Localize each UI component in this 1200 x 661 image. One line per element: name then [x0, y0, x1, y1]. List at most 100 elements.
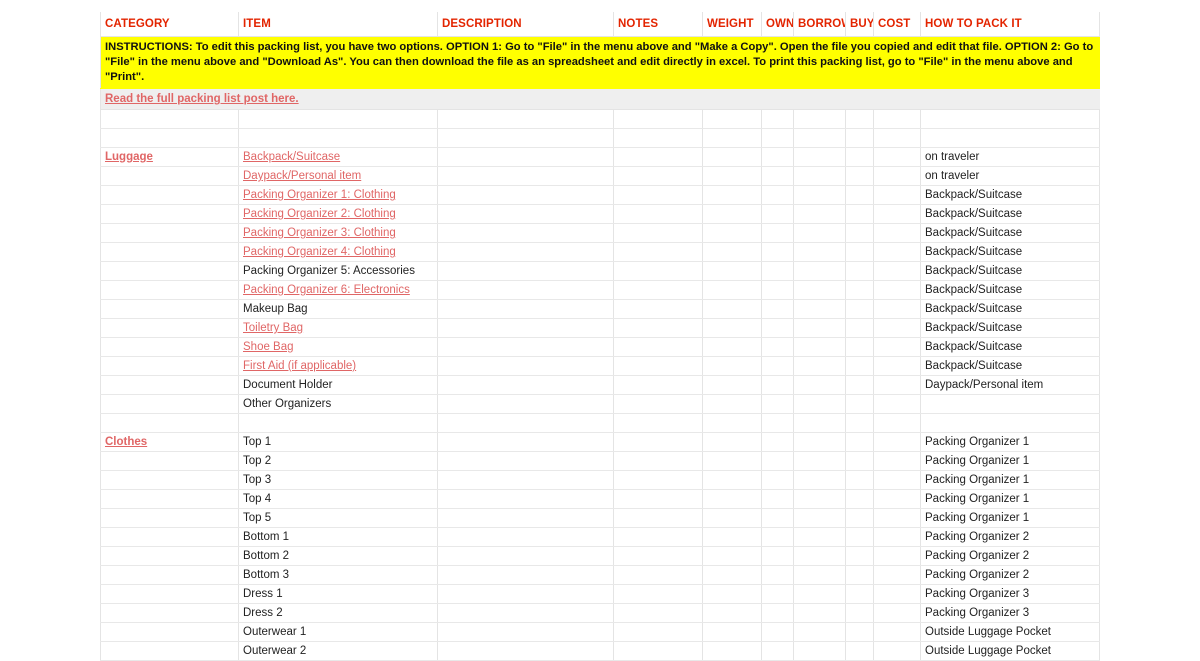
cell-borrow[interactable]: [793, 242, 846, 262]
cell-own[interactable]: [761, 147, 794, 167]
cell-description[interactable]: [437, 451, 614, 471]
cell-category[interactable]: [100, 261, 239, 281]
cell-howto[interactable]: Packing Organizer 1: [920, 489, 1100, 509]
cell-howto[interactable]: Backpack/Suitcase: [920, 223, 1100, 243]
cell-item[interactable]: Packing Organizer 4: Clothing: [238, 242, 438, 262]
cell-buy[interactable]: [845, 280, 874, 300]
cell-buy[interactable]: [845, 299, 874, 319]
cell-category[interactable]: [100, 622, 239, 642]
cell-notes[interactable]: [613, 337, 703, 357]
cell-howto[interactable]: Packing Organizer 2: [920, 527, 1100, 547]
cell-howto[interactable]: Backpack/Suitcase: [920, 242, 1100, 262]
cell-buy[interactable]: [845, 147, 874, 167]
item-link[interactable]: Shoe Bag: [243, 341, 294, 353]
cell-item[interactable]: Bottom 3: [238, 565, 438, 585]
cell-item[interactable]: Bottom 2: [238, 546, 438, 566]
item-link[interactable]: First Aid (if applicable): [243, 360, 356, 372]
cell-description[interactable]: [437, 603, 614, 623]
cell-borrow[interactable]: [793, 432, 846, 452]
cell-notes[interactable]: [613, 166, 703, 186]
cell-weight[interactable]: [702, 337, 762, 357]
cell-own[interactable]: [761, 299, 794, 319]
cell-weight[interactable]: [702, 280, 762, 300]
cell-weight[interactable]: [702, 185, 762, 205]
cell-borrow[interactable]: [793, 508, 846, 528]
empty-cell-weight[interactable]: [702, 413, 762, 433]
cell-borrow[interactable]: [793, 584, 846, 604]
cell-category[interactable]: [100, 185, 239, 205]
cell-cost[interactable]: [873, 603, 921, 623]
empty-cell-buy[interactable]: [845, 128, 874, 148]
cell-description[interactable]: [437, 584, 614, 604]
cell-category[interactable]: [100, 280, 239, 300]
cell-cost[interactable]: [873, 242, 921, 262]
cell-notes[interactable]: [613, 280, 703, 300]
cell-borrow[interactable]: [793, 147, 846, 167]
cell-howto[interactable]: Packing Organizer 1: [920, 470, 1100, 490]
cell-own[interactable]: [761, 584, 794, 604]
empty-cell-own[interactable]: [761, 128, 794, 148]
cell-howto[interactable]: Backpack/Suitcase: [920, 204, 1100, 224]
cell-cost[interactable]: [873, 489, 921, 509]
cell-category[interactable]: [100, 451, 239, 471]
cell-weight[interactable]: [702, 261, 762, 281]
category-link[interactable]: Clothes: [105, 436, 147, 448]
cell-own[interactable]: [761, 375, 794, 395]
cell-own[interactable]: [761, 204, 794, 224]
empty-cell-cost[interactable]: [873, 413, 921, 433]
cell-cost[interactable]: [873, 375, 921, 395]
empty-cell-description[interactable]: [437, 413, 614, 433]
cell-borrow[interactable]: [793, 546, 846, 566]
cell-category[interactable]: [100, 337, 239, 357]
cell-category[interactable]: [100, 242, 239, 262]
cell-category[interactable]: [100, 641, 239, 661]
cell-weight[interactable]: [702, 356, 762, 376]
cell-weight[interactable]: [702, 546, 762, 566]
cell-item[interactable]: Bottom 1: [238, 527, 438, 547]
cell-notes[interactable]: [613, 489, 703, 509]
cell-borrow[interactable]: [793, 280, 846, 300]
cell-cost[interactable]: [873, 166, 921, 186]
cell-howto[interactable]: Packing Organizer 2: [920, 565, 1100, 585]
cell-notes[interactable]: [613, 394, 703, 414]
cell-item[interactable]: Makeup Bag: [238, 299, 438, 319]
cell-notes[interactable]: [613, 527, 703, 547]
cell-description[interactable]: [437, 337, 614, 357]
cell-howto[interactable]: on traveler: [920, 166, 1100, 186]
cell-borrow[interactable]: [793, 470, 846, 490]
item-link[interactable]: Packing Organizer 1: Clothing: [243, 189, 396, 201]
cell-notes[interactable]: [613, 261, 703, 281]
cell-notes[interactable]: [613, 204, 703, 224]
cell-cost[interactable]: [873, 356, 921, 376]
cell-weight[interactable]: [702, 299, 762, 319]
empty-cell-howto[interactable]: [920, 128, 1100, 148]
item-link[interactable]: Packing Organizer 3: Clothing: [243, 227, 396, 239]
cell-howto[interactable]: [920, 394, 1100, 414]
cell-item[interactable]: Packing Organizer 1: Clothing: [238, 185, 438, 205]
cell-borrow[interactable]: [793, 489, 846, 509]
cell-category[interactable]: [100, 603, 239, 623]
cell-own[interactable]: [761, 185, 794, 205]
cell-cost[interactable]: [873, 223, 921, 243]
empty-cell-own[interactable]: [761, 109, 794, 129]
cell-item[interactable]: Outerwear 2: [238, 641, 438, 661]
cell-description[interactable]: [437, 185, 614, 205]
cell-own[interactable]: [761, 280, 794, 300]
cell-weight[interactable]: [702, 242, 762, 262]
cell-borrow[interactable]: [793, 261, 846, 281]
cell-notes[interactable]: [613, 299, 703, 319]
cell-weight[interactable]: [702, 641, 762, 661]
cell-item[interactable]: Packing Organizer 6: Electronics: [238, 280, 438, 300]
empty-cell-buy[interactable]: [845, 413, 874, 433]
cell-cost[interactable]: [873, 299, 921, 319]
cell-howto[interactable]: Backpack/Suitcase: [920, 299, 1100, 319]
cell-borrow[interactable]: [793, 166, 846, 186]
cell-notes[interactable]: [613, 641, 703, 661]
category-link[interactable]: Luggage: [105, 151, 153, 163]
cell-weight[interactable]: [702, 318, 762, 338]
cell-howto[interactable]: Backpack/Suitcase: [920, 280, 1100, 300]
empty-cell-borrow[interactable]: [793, 128, 846, 148]
cell-category[interactable]: [100, 166, 239, 186]
cell-buy[interactable]: [845, 318, 874, 338]
cell-cost[interactable]: [873, 451, 921, 471]
